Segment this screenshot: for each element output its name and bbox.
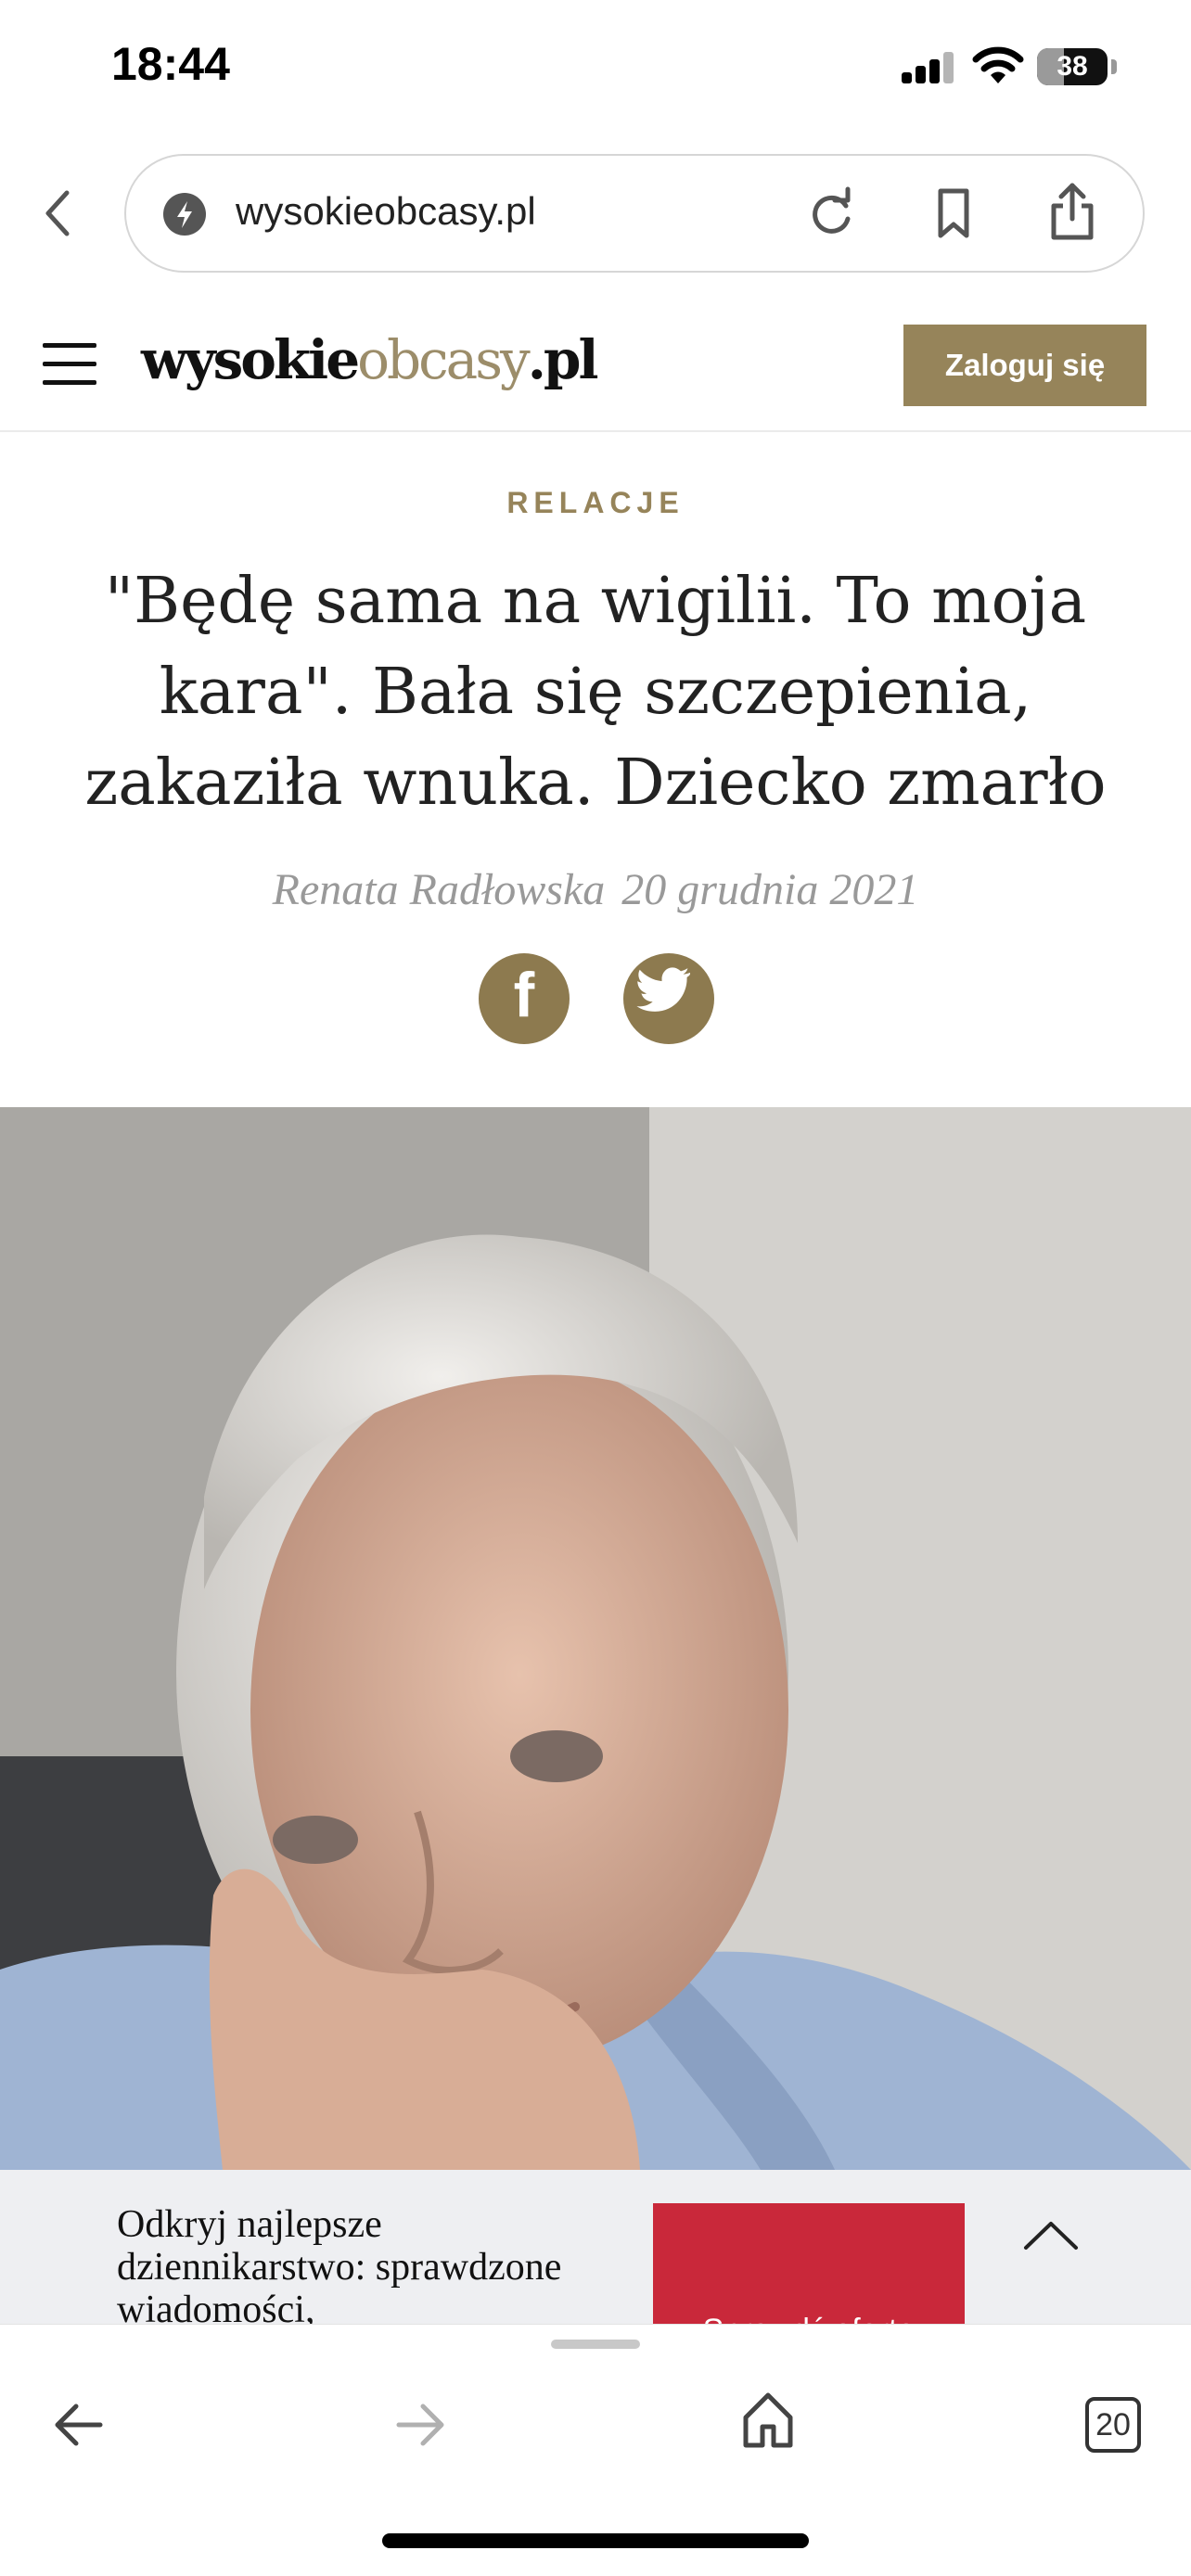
bookmark-icon[interactable] <box>926 185 981 241</box>
article-hero-image <box>0 1107 1191 2170</box>
article-category[interactable]: RELACJE <box>0 486 1191 520</box>
share-icon[interactable] <box>1044 182 1100 241</box>
signal-icon <box>902 52 954 83</box>
login-button[interactable]: Zaloguj się <box>903 325 1146 406</box>
elderly-woman-photo <box>0 1107 1191 2170</box>
tabs-button[interactable]: 20 <box>1085 2397 1141 2453</box>
logo-accent: obcasy <box>357 328 531 391</box>
twitter-icon <box>636 967 691 1012</box>
facebook-icon: f <box>513 960 535 1030</box>
facebook-share-button[interactable]: f <box>479 953 570 1044</box>
url-bar[interactable]: wysokieobcasy.pl <box>124 154 1145 273</box>
url-text[interactable]: wysokieobcasy.pl <box>236 189 536 234</box>
site-icon <box>163 193 206 236</box>
status-bar: 18:44 38 <box>0 0 1191 139</box>
site-logo[interactable]: wysokieobcasy.pl <box>141 328 599 391</box>
battery-level: 38 <box>1057 51 1088 82</box>
home-icon[interactable] <box>740 2390 796 2449</box>
forward-arrow-icon[interactable] <box>393 2397 449 2453</box>
back-chevron-icon[interactable] <box>37 185 78 241</box>
toolbar-grabber[interactable] <box>551 2340 640 2349</box>
chevron-up-icon[interactable] <box>1020 2216 1082 2253</box>
promo-text: Odkryj najlepsze dziennikarstwo: sprawdz… <box>117 2203 562 2327</box>
status-time: 18:44 <box>111 38 230 90</box>
publish-date: 20 grudnia 2021 <box>621 865 919 914</box>
battery-icon: 38 <box>1037 48 1108 85</box>
reload-icon[interactable] <box>803 185 859 241</box>
promo-offer-button[interactable]: Sprawdź ofertę <box>653 2203 965 2327</box>
article-headline: "Będę sama na wigilii. To moja kara". Ba… <box>84 565 1107 820</box>
byline: Renata Radłowska 20 grudnia 2021 <box>0 864 1191 915</box>
subscription-promo-banner: Odkryj najlepsze dziennikarstwo: sprawdz… <box>0 2170 1191 2327</box>
hamburger-icon[interactable] <box>43 343 96 386</box>
logo-primary: wysokie <box>141 328 360 391</box>
back-arrow-icon[interactable] <box>50 2397 106 2453</box>
twitter-share-button[interactable] <box>623 953 714 1044</box>
share-buttons: f <box>0 953 1191 1044</box>
home-indicator[interactable] <box>382 2533 809 2548</box>
wifi-icon <box>972 46 1024 83</box>
battery-nub <box>1111 59 1117 74</box>
logo-suffix: .pl <box>527 328 599 391</box>
site-header: wysokieobcasy.pl Zaloguj się <box>0 297 1191 432</box>
author-name[interactable]: Renata Radłowska <box>273 865 606 914</box>
